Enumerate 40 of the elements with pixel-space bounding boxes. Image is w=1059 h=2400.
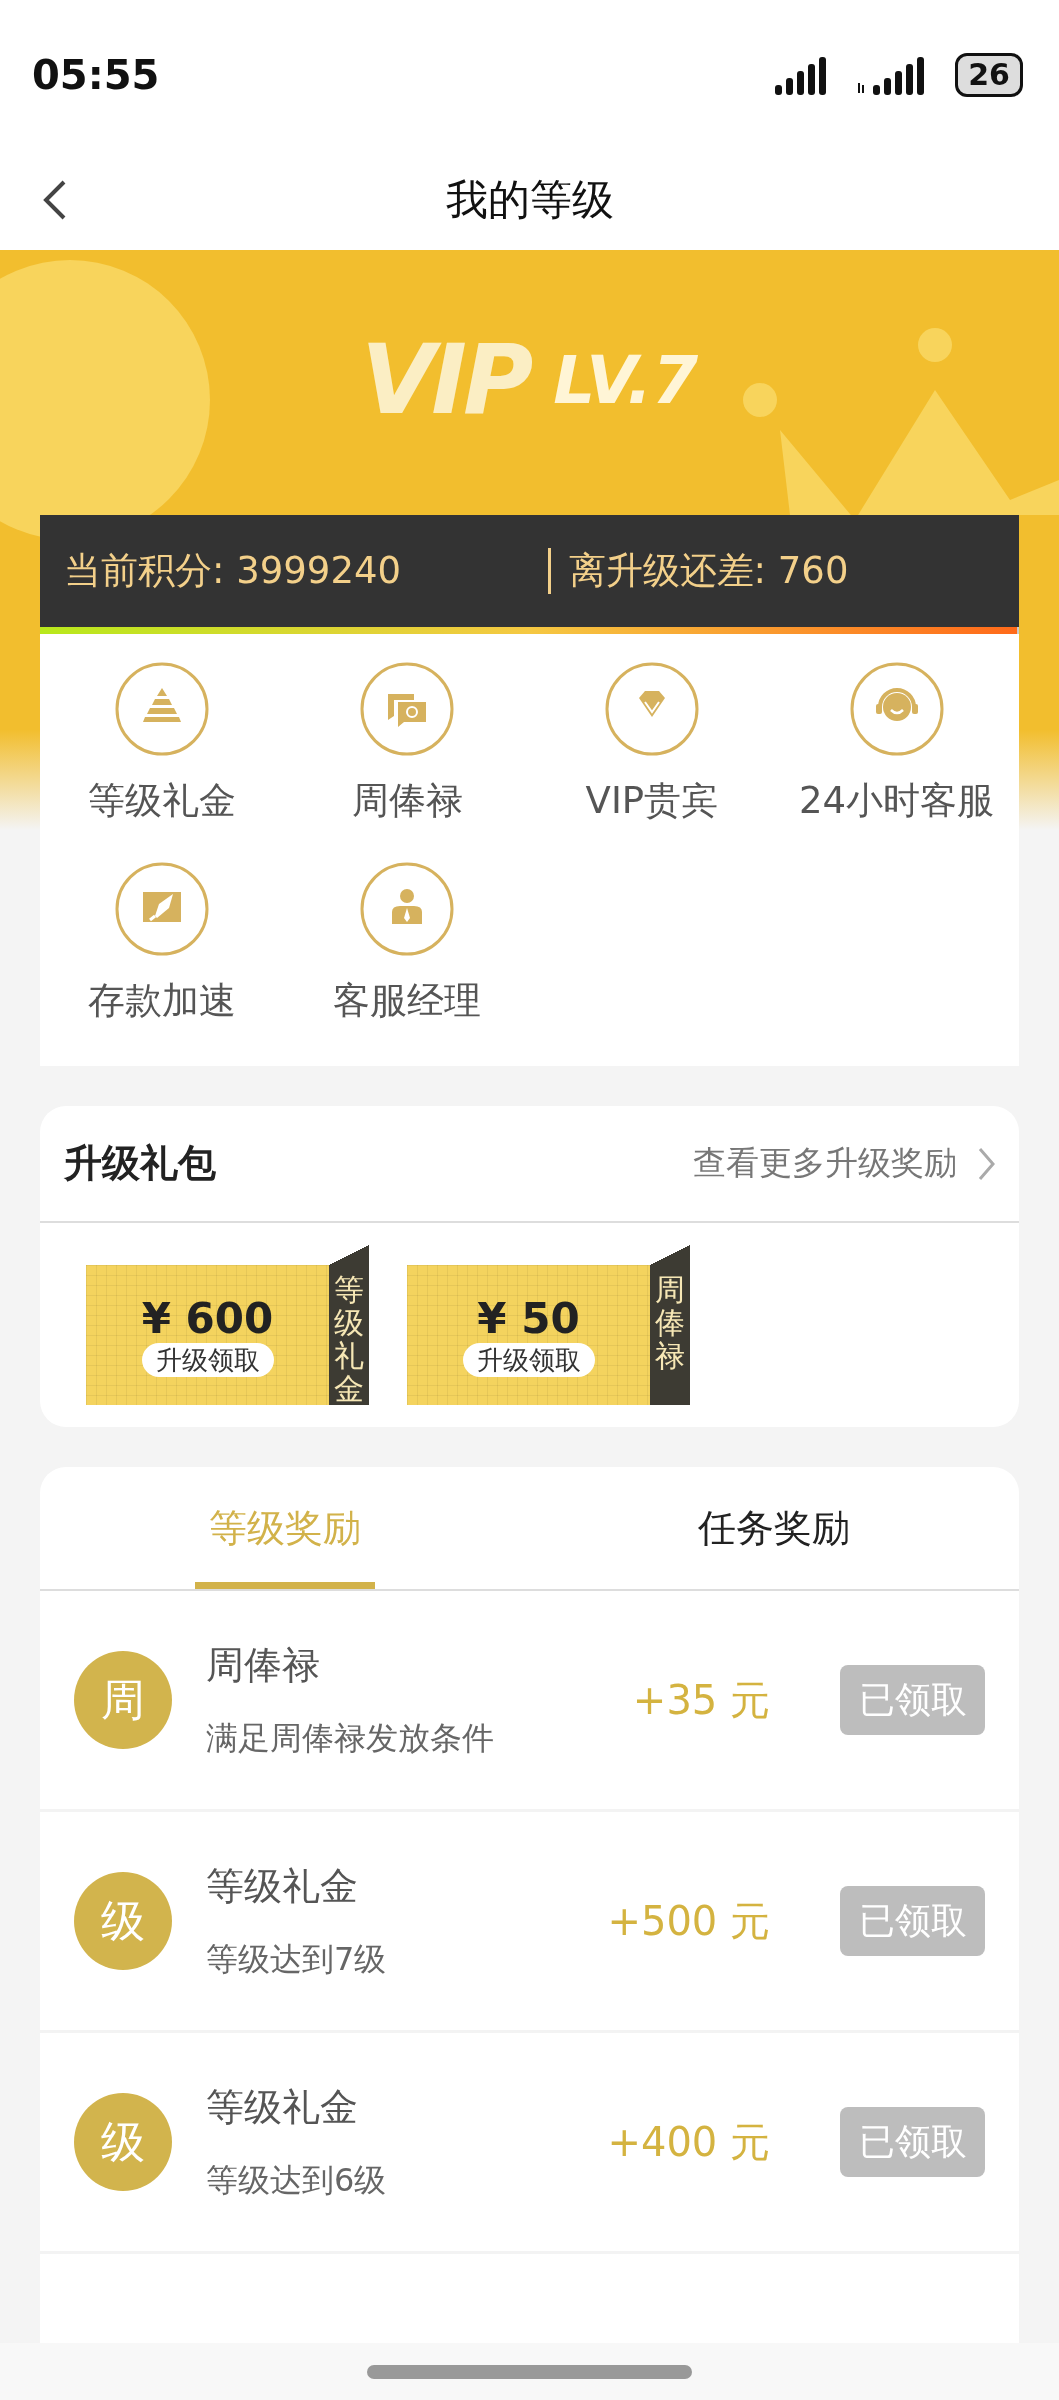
cash-icon [360, 662, 455, 756]
privilege-item[interactable]: 客服经理 [284, 862, 530, 1026]
reward-badge: 级 [74, 2093, 172, 2191]
section-title: 升级礼包 [64, 1140, 216, 1187]
reward-condition: 等级达到7级 [206, 1938, 388, 1980]
vip-level: LV.7 [553, 341, 699, 419]
reward-condition: 满足周俸禄发放条件 [206, 1717, 495, 1759]
reward-amount: +500 元 [607, 1896, 770, 1946]
manager-icon [360, 862, 455, 956]
reward-badge: 周 [74, 1651, 172, 1749]
vip-logo: VIP [360, 324, 530, 436]
current-points: 当前积分: 3999240 [64, 548, 401, 594]
privilege-item[interactable]: 24小时客服 [774, 662, 1019, 826]
more-rewards-link[interactable]: 查看更多升级奖励 [693, 1141, 995, 1186]
points-to-upgrade: 离升级还差: 760 [568, 548, 849, 594]
pyramid-icon [115, 662, 210, 756]
privilege-item[interactable]: 存款加速 [40, 862, 285, 1026]
voucher-amount: ¥ 600 [141, 1293, 274, 1343]
reward-title: 周俸禄 [206, 1641, 321, 1689]
reward-title: 等级礼金 [206, 2083, 359, 2131]
tab[interactable]: 任务奖励 [529, 1467, 1019, 1589]
voucher-tag: 等级礼金 [329, 1245, 369, 1405]
reward-amount: +35 元 [632, 1675, 770, 1725]
voucher-action: 升级领取 [462, 1342, 595, 1377]
reward-title: 等级礼金 [206, 1862, 359, 1910]
voucher-tag: 周俸禄 [650, 1245, 690, 1405]
privilege-item[interactable]: 等级礼金 [40, 662, 285, 826]
home-indicator[interactable] [367, 2364, 692, 2379]
chevron-right-icon [977, 1146, 995, 1181]
voucher-action: 升级领取 [141, 1342, 274, 1377]
status-time: 05:55 [32, 52, 160, 98]
headset-icon [849, 662, 944, 756]
privilege-item[interactable]: 周俸禄 [284, 662, 530, 826]
reward-amount: +400 元 [607, 2117, 770, 2167]
reward-condition: 等级达到6级 [206, 2159, 388, 2201]
voucher-amount: ¥ 50 [477, 1293, 580, 1343]
reward-badge: 级 [74, 1872, 172, 1970]
battery-indicator: 26 [955, 53, 1023, 97]
page-title: 我的等级 [445, 174, 614, 226]
privilege-item[interactable]: VIP贵宾 [529, 662, 775, 826]
